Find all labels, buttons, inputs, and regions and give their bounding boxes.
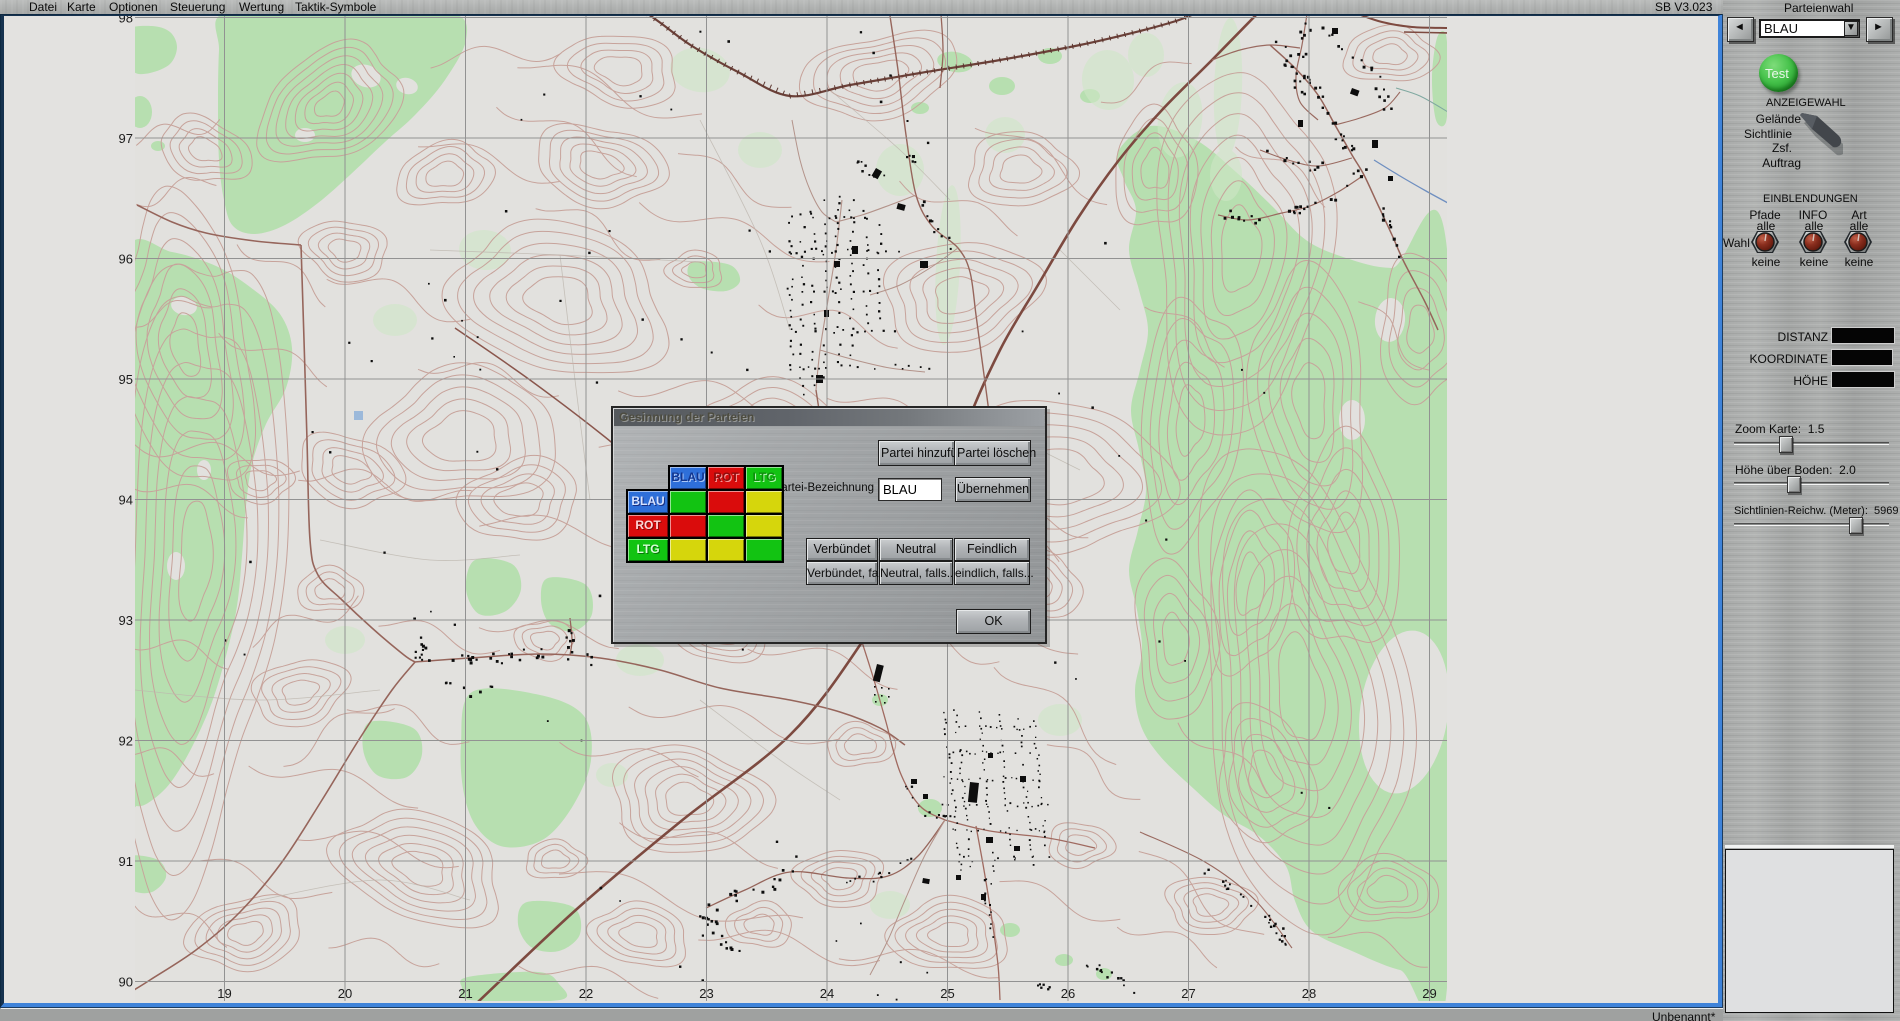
svg-text:21: 21 <box>458 986 472 1001</box>
svg-text:22: 22 <box>579 986 593 1001</box>
svg-text:29: 29 <box>1422 986 1436 1001</box>
svg-text:95: 95 <box>119 372 133 387</box>
svg-text:93: 93 <box>119 613 133 628</box>
svg-text:97: 97 <box>119 131 133 146</box>
svg-text:98: 98 <box>119 16 133 26</box>
svg-text:27: 27 <box>1181 986 1195 1001</box>
svg-text:23: 23 <box>699 986 713 1001</box>
svg-text:25: 25 <box>940 986 954 1001</box>
svg-text:94: 94 <box>119 493 133 508</box>
svg-text:91: 91 <box>119 854 133 869</box>
svg-text:90: 90 <box>119 975 133 990</box>
svg-text:96: 96 <box>119 252 133 267</box>
svg-text:26: 26 <box>1061 986 1075 1001</box>
svg-text:19: 19 <box>217 986 231 1001</box>
svg-text:92: 92 <box>119 734 133 749</box>
svg-text:24: 24 <box>820 986 834 1001</box>
svg-text:28: 28 <box>1302 986 1316 1001</box>
svg-text:20: 20 <box>338 986 352 1001</box>
